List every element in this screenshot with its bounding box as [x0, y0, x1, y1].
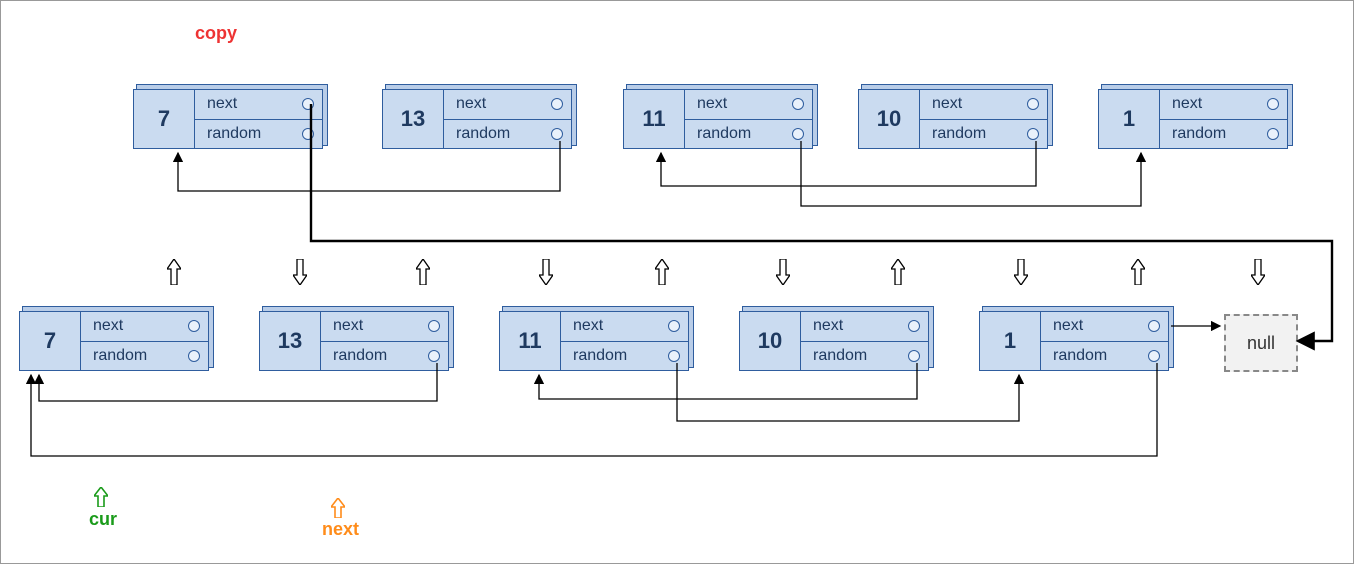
hollow-arrow-down-icon	[1014, 259, 1028, 285]
bottom-node-13: 13 next random	[259, 311, 449, 371]
port-icon	[302, 98, 314, 110]
node-field-random: random	[1041, 341, 1168, 371]
node-value: 1	[1099, 90, 1160, 148]
port-icon	[908, 320, 920, 332]
port-icon	[188, 320, 200, 332]
node-value: 1	[980, 312, 1041, 370]
port-icon	[792, 128, 804, 140]
node-field-next: next	[444, 90, 571, 119]
node-value: 7	[20, 312, 81, 370]
top-node-7: 7 next random	[133, 89, 323, 149]
hollow-arrow-up-icon	[1131, 259, 1145, 285]
hollow-arrow-up-icon	[655, 259, 669, 285]
port-icon	[668, 350, 680, 362]
port-icon	[428, 320, 440, 332]
node-field-random: random	[81, 341, 208, 371]
top-node-10: 10 next random	[858, 89, 1048, 149]
top-node-13: 13 next random	[382, 89, 572, 149]
port-icon	[551, 128, 563, 140]
top-node-11: 11 next random	[623, 89, 813, 149]
port-icon	[188, 350, 200, 362]
hollow-arrow-down-icon	[539, 259, 553, 285]
port-icon	[428, 350, 440, 362]
null-terminator: null	[1224, 314, 1298, 372]
connector-layer	[1, 1, 1354, 564]
port-icon	[551, 98, 563, 110]
diagram-viewport: copy 7 next random 13 next random 11 nex…	[0, 0, 1354, 564]
node-field-next: next	[920, 90, 1047, 119]
port-icon	[792, 98, 804, 110]
port-icon	[1027, 128, 1039, 140]
hollow-arrow-up-icon	[416, 259, 430, 285]
bottom-node-10: 10 next random	[739, 311, 929, 371]
node-field-next: next	[81, 312, 208, 341]
node-value: 11	[624, 90, 685, 148]
hollow-arrow-down-icon	[1251, 259, 1265, 285]
bottom-node-7: 7 next random	[19, 311, 209, 371]
node-field-next: next	[801, 312, 928, 341]
port-icon	[908, 350, 920, 362]
node-field-next: next	[321, 312, 448, 341]
node-value: 10	[740, 312, 801, 370]
hollow-arrow-down-icon	[293, 259, 307, 285]
port-icon	[668, 320, 680, 332]
node-field-next: next	[561, 312, 688, 341]
node-field-random: random	[801, 341, 928, 371]
node-value: 11	[500, 312, 561, 370]
node-field-next: next	[1160, 90, 1287, 119]
node-field-random: random	[1160, 119, 1287, 149]
port-icon	[302, 128, 314, 140]
port-icon	[1148, 320, 1160, 332]
port-icon	[1267, 98, 1279, 110]
node-value: 10	[859, 90, 920, 148]
node-value: 7	[134, 90, 195, 148]
node-value: 13	[260, 312, 321, 370]
node-field-random: random	[444, 119, 571, 149]
port-icon	[1267, 128, 1279, 140]
port-icon	[1148, 350, 1160, 362]
node-field-random: random	[321, 341, 448, 371]
hollow-arrow-up-icon	[891, 259, 905, 285]
copy-label: copy	[195, 23, 237, 44]
node-field-next: next	[195, 90, 322, 119]
node-field-random: random	[561, 341, 688, 371]
top-node-1: 1 next random	[1098, 89, 1288, 149]
hollow-arrow-up-icon	[167, 259, 181, 285]
bottom-node-11: 11 next random	[499, 311, 689, 371]
port-icon	[1027, 98, 1039, 110]
node-field-random: random	[195, 119, 322, 149]
cur-pointer-icon	[94, 487, 108, 513]
node-field-next: next	[685, 90, 812, 119]
node-field-random: random	[685, 119, 812, 149]
bottom-node-1: 1 next random	[979, 311, 1169, 371]
node-field-random: random	[920, 119, 1047, 149]
node-field-next: next	[1041, 312, 1168, 341]
hollow-arrow-down-icon	[776, 259, 790, 285]
node-value: 13	[383, 90, 444, 148]
next-pointer-icon	[331, 498, 345, 524]
